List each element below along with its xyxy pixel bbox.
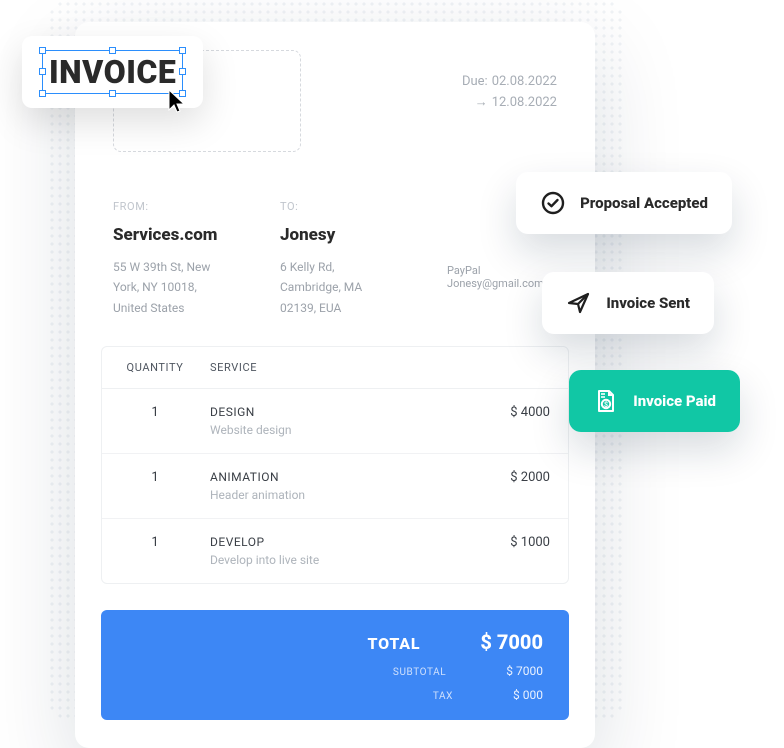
due-label: Due: [462, 72, 488, 93]
chip-label: Invoice Sent [606, 294, 690, 312]
col-service: SERVICE [190, 361, 460, 374]
due-date: 02.08.2022 [492, 72, 557, 93]
from-address-line: 55 W 39th St, New [113, 257, 226, 277]
total-label: TOTAL [368, 634, 421, 653]
to-label: TO: [280, 200, 393, 213]
status-invoice-sent[interactable]: Invoice Sent [542, 272, 714, 334]
row-service: ANIMATION [210, 470, 460, 484]
col-price [460, 361, 550, 374]
from-label: FROM: [113, 200, 226, 213]
tax-value: $ 000 [513, 688, 543, 702]
payment-email: Jonesy@gmail.com [447, 277, 557, 290]
row-desc: Develop into live site [210, 553, 460, 567]
check-circle-icon [540, 190, 566, 216]
row-service: DEVELOP [210, 535, 460, 549]
svg-text:$: $ [604, 401, 608, 409]
chip-label: Invoice Paid [633, 392, 716, 410]
to-address-line: Cambridge, MA [280, 277, 393, 297]
date-block: Due: 02.08.2022 → 12.08.2022 [462, 72, 557, 114]
row-qty: 1 [120, 470, 190, 485]
to-name: Jonesy [280, 225, 393, 245]
paid-date: 12.08.2022 [492, 93, 557, 114]
send-icon [566, 290, 592, 316]
to-block: TO: Jonesy 6 Kelly Rd, Cambridge, MA 021… [280, 200, 393, 318]
row-qty: 1 [120, 535, 190, 550]
totals-block: TOTAL $ 7000 SUBTOTAL $ 7000 TAX $ 000 [101, 610, 569, 720]
status-proposal-accepted[interactable]: Proposal Accepted [516, 172, 732, 234]
table-row: 1 DEVELOP Develop into live site $ 1000 [102, 519, 568, 583]
subtotal-value: $ 7000 [506, 664, 543, 678]
col-quantity: QUANTITY [120, 361, 190, 374]
table-row: 1 DESIGN Website design $ 4000 [102, 389, 568, 454]
status-invoice-paid[interactable]: $ Invoice Paid [569, 370, 740, 432]
row-price: $ 4000 [460, 405, 550, 420]
subtotal-label: SUBTOTAL [393, 667, 446, 678]
row-desc: Header animation [210, 488, 460, 502]
from-block: FROM: Services.com 55 W 39th St, New Yor… [113, 200, 226, 318]
line-items-table: QUANTITY SERVICE 1 DESIGN Website design… [101, 346, 569, 584]
title-edit-badge[interactable]: INVOICE [22, 36, 203, 108]
from-name: Services.com [113, 225, 226, 245]
invoice-dollar-icon: $ [593, 388, 619, 414]
payment-method: PayPal [447, 264, 557, 277]
chip-label: Proposal Accepted [580, 194, 708, 212]
table-header: QUANTITY SERVICE [102, 347, 568, 389]
invoice-card: Due: 02.08.2022 → 12.08.2022 FROM: Servi… [75, 22, 595, 748]
row-price: $ 2000 [460, 470, 550, 485]
from-address-line: York, NY 10018, [113, 277, 226, 297]
invoice-title[interactable]: INVOICE [49, 53, 176, 91]
to-address-line: 6 Kelly Rd, [280, 257, 393, 277]
row-service: DESIGN [210, 405, 460, 419]
row-price: $ 1000 [460, 535, 550, 550]
from-address-line: United States [113, 298, 226, 318]
tax-label: TAX [433, 691, 453, 702]
cursor-icon [167, 88, 189, 114]
row-desc: Website design [210, 423, 460, 437]
arrow-right-icon: → [475, 93, 488, 114]
to-address-line: 02139, EUA [280, 298, 393, 318]
table-row: 1 ANIMATION Header animation $ 2000 [102, 454, 568, 519]
selection-frame[interactable]: INVOICE [42, 50, 183, 94]
total-value: $ 7000 [480, 630, 543, 654]
row-qty: 1 [120, 405, 190, 420]
